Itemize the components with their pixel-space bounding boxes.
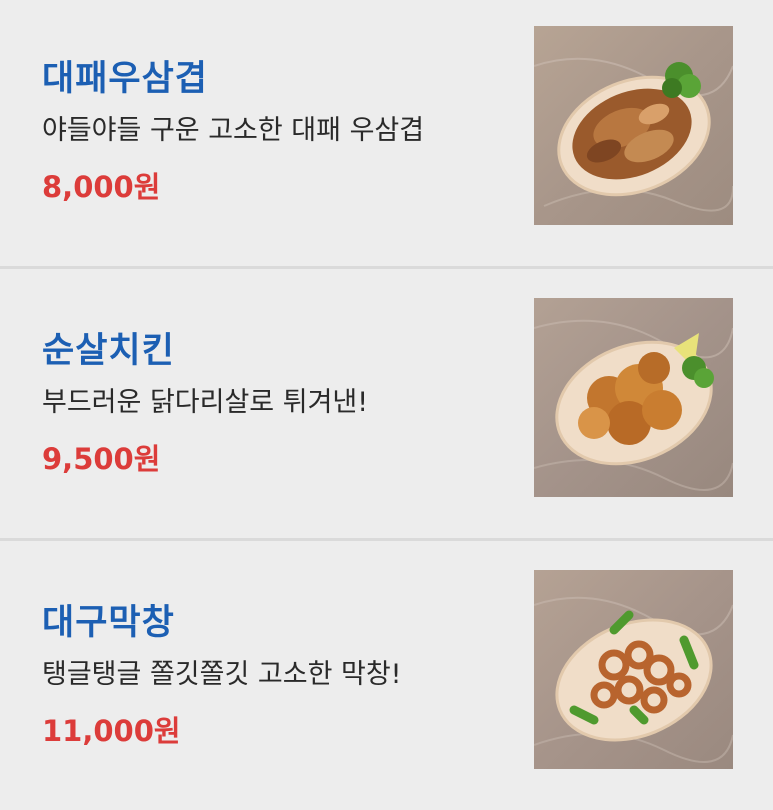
menu-item-description: 야들야들 구운 고소한 대패 우삼겹 [42,115,425,146]
menu-item-price: 9,500원 [42,442,161,476]
menu-item-description: 탱글탱글 쫄깃쫄깃 고소한 막창! [42,659,402,690]
boneless-chicken-photo [534,298,733,497]
menu-item-boneless-chicken[interactable]: 순살치킨 부드러운 닭다리살로 튀겨낸! 9,500원 [0,272,773,538]
menu-item-price: 11,000원 [42,714,181,748]
menu-item-name: 대구막창 [42,603,175,643]
menu-list: 대패우삼겹 야들야들 구운 고소한 대패 우삼겹 8,000원 순살치킨 부드러… [0,0,773,810]
divider [0,266,773,269]
menu-item-daegu-makchang[interactable]: 대구막창 탱글탱글 쫄깃쫄깃 고소한 막창! 11,000원 [0,544,773,810]
menu-item-description: 부드러운 닭다리살로 튀겨낸! [42,387,369,418]
thin-sliced-beef-photo [534,26,733,225]
divider [0,538,773,541]
menu-item-thin-sliced-beef[interactable]: 대패우삼겹 야들야들 구운 고소한 대패 우삼겹 8,000원 [0,0,773,266]
daegu-makchang-photo [534,570,733,769]
menu-item-price: 8,000원 [42,170,161,204]
menu-item-name: 순살치킨 [42,331,175,371]
menu-item-name: 대패우삼겹 [42,59,209,99]
